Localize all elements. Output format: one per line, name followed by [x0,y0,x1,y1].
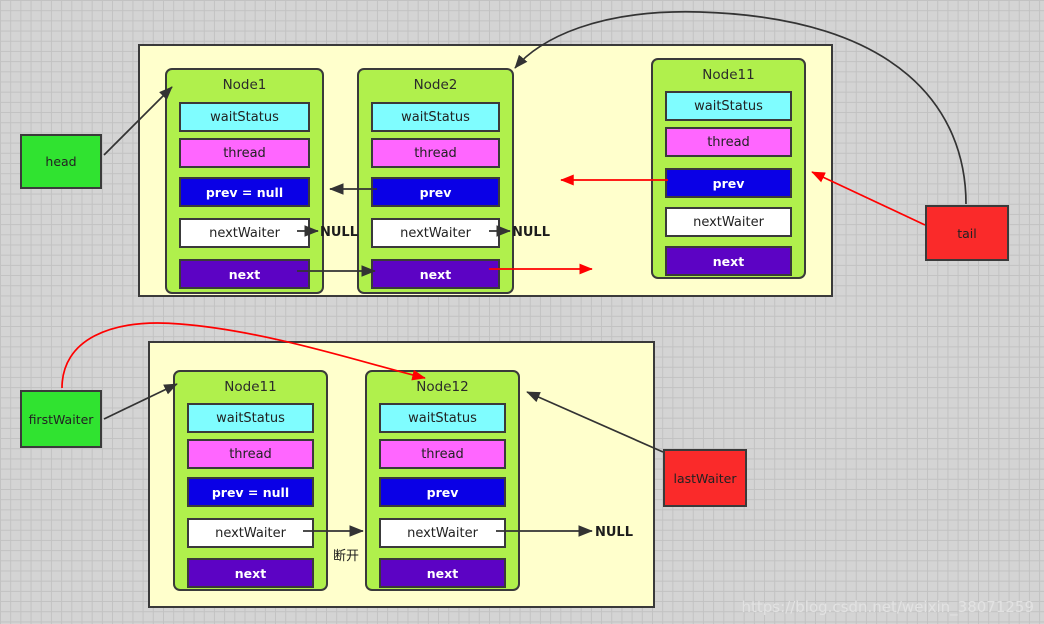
field-prev[interactable]: prev = null [187,477,314,507]
null-label-node2-nextwaiter: NULL [512,225,551,240]
null-label-node1-nextwaiter: NULL [320,225,359,240]
field-next[interactable]: next [665,246,792,276]
field-prev[interactable]: prev [379,477,506,507]
field-prev[interactable]: prev [371,177,500,207]
field-next[interactable]: next [187,558,314,588]
field-nextwaiter[interactable]: nextWaiter [371,218,500,248]
pointer-box-tail[interactable]: tail [925,205,1009,261]
field-nextwaiter[interactable]: nextWaiter [665,207,792,237]
field-thread[interactable]: thread [379,439,506,469]
node-title: Node2 [413,77,458,93]
field-thread[interactable]: thread [371,138,500,168]
node-title: Node12 [416,379,469,395]
field-nextwaiter[interactable]: nextWaiter [179,218,310,248]
field-nextwaiter[interactable]: nextWaiter [187,518,314,548]
node-card-node1[interactable]: Node1 waitStatus thread prev = null next… [165,68,324,294]
pointer-box-head[interactable]: head [20,134,102,189]
watermark-text: https://blog.csdn.net/weixin_38071259 [741,598,1034,616]
field-waitstatus[interactable]: waitStatus [187,403,314,433]
field-next[interactable]: next [179,259,310,289]
annotation-disconnect: 断开 [333,549,360,564]
node-card-node2[interactable]: Node2 waitStatus thread prev nextWaiter … [357,68,514,294]
field-waitstatus[interactable]: waitStatus [179,102,310,132]
node-card-node11-top[interactable]: Node11 waitStatus thread prev nextWaiter… [651,58,806,279]
node-title: Node11 [224,379,277,395]
node-title: Node11 [702,67,755,83]
field-thread[interactable]: thread [179,138,310,168]
field-waitstatus[interactable]: waitStatus [665,91,792,121]
node-card-node12[interactable]: Node12 waitStatus thread prev nextWaiter… [365,370,520,591]
field-prev[interactable]: prev [665,168,792,198]
field-next[interactable]: next [371,259,500,289]
field-waitstatus[interactable]: waitStatus [371,102,500,132]
field-thread[interactable]: thread [187,439,314,469]
field-thread[interactable]: thread [665,127,792,157]
field-nextwaiter[interactable]: nextWaiter [379,518,506,548]
pointer-box-firstwaiter[interactable]: firstWaiter [20,390,102,448]
field-prev[interactable]: prev = null [179,177,310,207]
node-card-node11-bottom[interactable]: Node11 waitStatus thread prev = null nex… [173,370,328,591]
field-next[interactable]: next [379,558,506,588]
field-waitstatus[interactable]: waitStatus [379,403,506,433]
pointer-box-lastwaiter[interactable]: lastWaiter [663,449,747,507]
node-title: Node1 [222,77,267,93]
null-label-node12-nextwaiter: NULL [595,525,634,540]
